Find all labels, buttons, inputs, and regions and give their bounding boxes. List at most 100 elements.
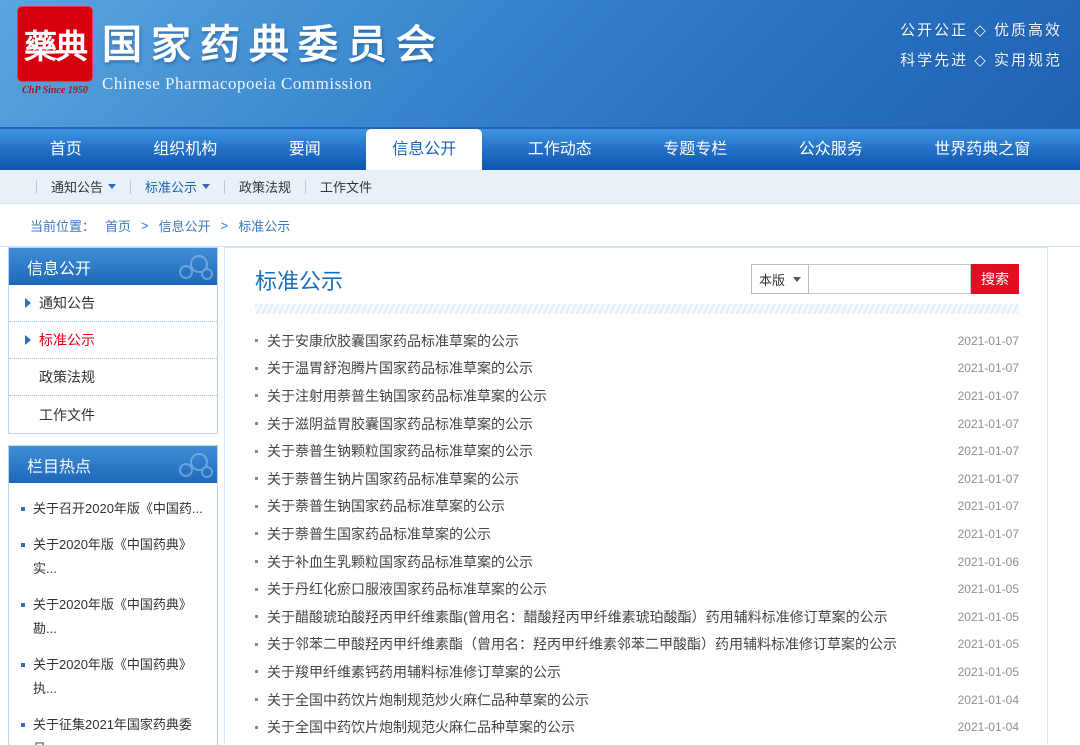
subnav-separator [130,180,131,194]
list-item[interactable]: 关于萘普生钠片国家药品标准草案的公示 2021-01-07 [255,465,1019,493]
announcement-title: 关于全国中药饮片炮制规范炒火麻仁品种草案的公示 [267,690,942,710]
seal-caption: ChP Since 1950 [10,85,100,96]
bullet-icon [255,588,258,591]
header-slogans: 公开公正 ◇ 优质高效 科学先进 ◇ 实用规范 [900,16,1062,76]
list-item[interactable]: 关于注射用萘普生钠国家药品标准草案的公示 2021-01-07 [255,382,1019,410]
striped-divider [255,304,1019,314]
announcement-date: 2021-01-05 [958,665,1019,679]
search-scope-value: 本版 [759,270,785,289]
sidebar-item-policies[interactable]: 政策法规 [9,359,217,396]
nav-item-home[interactable]: 首页 [24,129,108,170]
list-item[interactable]: 关于全国中药饮片炮制规范火麻仁品种草案的公示 2021-01-04 [255,713,1019,741]
sidebar-item-notices[interactable]: 通知公告 [9,285,217,322]
subnav-item-notices[interactable]: 通知公告 [51,177,116,196]
sidebar-item-label: 工作文件 [39,405,95,425]
announcement-date: 2021-01-04 [958,720,1019,734]
announcement-date: 2021-01-07 [958,499,1019,513]
announcement-date: 2021-01-07 [958,389,1019,403]
breadcrumb-information-disclosure[interactable]: 信息公开 [159,216,211,235]
panel-head: 标准公示 本版 搜索 [255,248,1019,304]
search-bar: 本版 搜索 [751,264,1019,294]
sidebar-item-work-documents[interactable]: 工作文件 [9,396,217,433]
nav-item-special-topics[interactable]: 专题专栏 [637,129,753,170]
subnav-separator [36,180,37,194]
arrow-right-icon [25,335,31,345]
side-box-title-label: 栏目热点 [27,453,91,477]
sidebar-item-standard-publicity[interactable]: 标准公示 [9,322,217,359]
nav-item-world-pharmacopoeia[interactable]: 世界药典之窗 [908,129,1056,170]
arrow-right-icon [25,298,31,308]
subnav-item-policies[interactable]: 政策法规 [239,177,291,196]
announcement-title: 关于温胃舒泡腾片国家药品标准草案的公示 [267,358,942,378]
bullet-icon [255,670,258,673]
announcement-date: 2021-01-07 [958,417,1019,431]
hot-topic-link[interactable]: 关于召开2020年版《中国药... [19,491,207,527]
pharmacopoeia-seal-icon: 藥典 [17,6,93,82]
subnav-item-label: 政策法规 [239,177,291,196]
site-title: 国家药典委员会 [102,12,445,70]
breadcrumb-home[interactable]: 首页 [105,216,131,235]
bullet-icon [255,505,258,508]
announcement-date: 2021-01-07 [958,361,1019,375]
announcement-title: 关于全国中药饮片炮制规范火麻仁品种草案的公示 [267,717,942,737]
announcement-date: 2021-01-07 [958,527,1019,541]
chevron-down-icon [202,184,210,189]
breadcrumb-separator: > [141,218,149,233]
sidebar-item-label: 标准公示 [39,330,95,350]
nav-item-work-trends[interactable]: 工作动态 [502,129,618,170]
content-area: 信息公开 通知公告 标准公示 政策法规 工作文 [0,247,1080,745]
nav-item-news[interactable]: 要闻 [263,129,347,170]
subnav-item-standard-publicity[interactable]: 标准公示 [145,177,210,196]
hot-topic-link[interactable]: 关于2020年版《中国药典》实... [19,527,207,587]
announcement-date: 2021-01-05 [958,582,1019,596]
subnav-item-work-documents[interactable]: 工作文件 [320,177,372,196]
announcement-date: 2021-01-07 [958,334,1019,348]
breadcrumb: 当前位置： 首页 > 信息公开 > 标准公示 [0,204,1080,247]
sidebar: 信息公开 通知公告 标准公示 政策法规 工作文 [8,247,218,745]
hot-topic-label: 关于征集2021年国家药典委员... [33,713,207,745]
search-button[interactable]: 搜索 [971,264,1019,294]
announcement-title: 关于萘普生国家药品标准草案的公示 [267,524,942,544]
list-item[interactable]: 关于补血生乳颗粒国家药品标准草案的公示 2021-01-06 [255,548,1019,576]
side-box-title-label: 信息公开 [27,255,91,279]
announcement-date: 2021-01-04 [958,693,1019,707]
subnav-item-label: 通知公告 [51,177,103,196]
chevron-down-icon [108,184,116,189]
nav-item-information-disclosure[interactable]: 信息公开 [366,129,482,170]
bullet-icon [255,643,258,646]
search-input[interactable] [809,264,971,294]
nav-item-organization[interactable]: 组织机构 [127,129,243,170]
bullet-icon [255,450,258,453]
bullet-icon [255,615,258,618]
list-item[interactable]: 关于邻苯二甲酸羟丙甲纤维素酯（曾用名：羟丙甲纤维素邻苯二甲酸酯）药用辅料标准修订… [255,631,1019,659]
hot-topic-label: 关于召开2020年版《中国药... [33,497,203,521]
hot-topic-link[interactable]: 关于2020年版《中国药典》勘... [19,587,207,647]
announcement-title: 关于补血生乳颗粒国家药品标准草案的公示 [267,552,942,572]
announcement-title: 关于邻苯二甲酸羟丙甲纤维素酯（曾用名：羟丙甲纤维素邻苯二甲酸酯）药用辅料标准修订… [267,634,942,654]
list-item[interactable]: 关于萘普生钠国家药品标准草案的公示 2021-01-07 [255,493,1019,521]
announcement-date: 2021-01-07 [958,444,1019,458]
breadcrumb-standard-publicity[interactable]: 标准公示 [238,216,290,235]
list-item[interactable]: 关于温胃舒泡腾片国家药品标准草案的公示 2021-01-07 [255,355,1019,383]
list-item[interactable]: 关于萘普生国家药品标准草案的公示 2021-01-07 [255,520,1019,548]
info-disclosure-box: 信息公开 通知公告 标准公示 政策法规 工作文 [8,247,218,434]
nav-item-public-service[interactable]: 公众服务 [773,129,889,170]
announcement-date: 2021-01-06 [958,555,1019,569]
hot-topic-link[interactable]: 关于征集2021年国家药典委员... [19,707,207,745]
list-item[interactable]: 关于安康欣胶囊国家药品标准草案的公示 2021-01-07 [255,327,1019,355]
list-item[interactable]: 关于羧甲纤维素钙药用辅料标准修订草案的公示 2021-01-05 [255,658,1019,686]
info-disclosure-box-title: 信息公开 [9,248,217,285]
hot-topic-link[interactable]: 关于2020年版《中国药典》执... [19,647,207,707]
slogan-line-2: 科学先进 ◇ 实用规范 [900,46,1062,76]
list-item[interactable]: 关于萘普生钠颗粒国家药品标准草案的公示 2021-01-07 [255,437,1019,465]
list-item[interactable]: 关于全国中药饮片炮制规范炒火麻仁品种草案的公示 2021-01-04 [255,686,1019,714]
site-logo[interactable]: 藥典 ChP Since 1950 [10,6,100,96]
list-item[interactable]: 关于丹红化瘀口服液国家药品标准草案的公示 2021-01-05 [255,575,1019,603]
sub-nav: 通知公告 标准公示 政策法规 工作文件 [0,170,1080,204]
list-item[interactable]: 关于滋阴益胃胶囊国家药品标准草案的公示 2021-01-07 [255,410,1019,438]
announcement-title: 关于醋酸琥珀酸羟丙甲纤维素酯(曾用名：醋酸羟丙甲纤维素琥珀酸酯）药用辅料标准修订… [267,607,942,627]
search-scope-select[interactable]: 本版 [751,264,809,294]
list-item[interactable]: 关于醋酸琥珀酸羟丙甲纤维素酯(曾用名：醋酸羟丙甲纤维素琥珀酸酯）药用辅料标准修订… [255,603,1019,631]
announcement-title: 关于注射用萘普生钠国家药品标准草案的公示 [267,386,942,406]
subnav-item-label: 工作文件 [320,177,372,196]
